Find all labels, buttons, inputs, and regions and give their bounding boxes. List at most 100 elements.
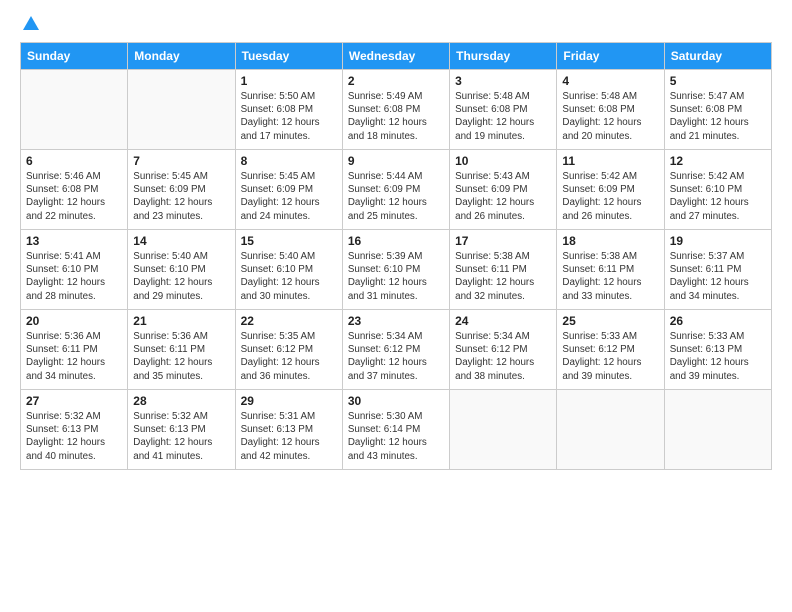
calendar-cell: 20 Sunrise: 5:36 AM Sunset: 6:11 PM Dayli…	[21, 310, 128, 390]
calendar-cell: 10 Sunrise: 5:43 AM Sunset: 6:09 PM Dayli…	[450, 150, 557, 230]
day-info: Sunrise: 5:38 AM Sunset: 6:11 PM Dayligh…	[455, 250, 551, 303]
day-info: Sunrise: 5:34 AM Sunset: 6:12 PM Dayligh…	[455, 330, 551, 383]
day-info: Sunrise: 5:47 AM Sunset: 6:08 PM Dayligh…	[670, 90, 766, 143]
day-info: Sunrise: 5:40 AM Sunset: 6:10 PM Dayligh…	[133, 250, 229, 303]
day-info: Sunrise: 5:48 AM Sunset: 6:08 PM Dayligh…	[455, 90, 551, 143]
day-number: 17	[455, 234, 551, 248]
calendar-cell: 13Sunrise: 5:41 AM Sunset: 6:10 PM Dayli…	[21, 230, 128, 310]
day-number: 8	[241, 154, 337, 168]
day-number: 30	[348, 394, 444, 408]
day-info: Sunrise: 5:32 AM Sunset: 6:13 PM Dayligh…	[133, 410, 229, 463]
day-info: Sunrise: 5:40 AM Sunset: 6:10 PM Dayligh…	[241, 250, 337, 303]
calendar: SundayMondayTuesdayWednesdayThursdayFrid…	[20, 42, 772, 470]
day-header-saturday: Saturday	[664, 43, 771, 70]
day-header-friday: Friday	[557, 43, 664, 70]
day-number: 15	[241, 234, 337, 248]
day-number: 3	[455, 74, 551, 88]
calendar-cell: 15 Sunrise: 5:40 AM Sunset: 6:10 PM Dayli…	[235, 230, 342, 310]
day-number: 22	[241, 314, 337, 328]
day-info: Sunrise: 5:43 AM Sunset: 6:09 PM Dayligh…	[455, 170, 551, 223]
calendar-cell: 8 Sunrise: 5:45 AM Sunset: 6:09 PM Daylig…	[235, 150, 342, 230]
day-number: 24	[455, 314, 551, 328]
calendar-cell: 29 Sunrise: 5:31 AM Sunset: 6:13 PM Dayli…	[235, 390, 342, 470]
day-info: Sunrise: 5:39 AM Sunset: 6:10 PM Dayligh…	[348, 250, 444, 303]
calendar-cell: 26 Sunrise: 5:33 AM Sunset: 6:13 PM Dayli…	[664, 310, 771, 390]
day-number: 12	[670, 154, 766, 168]
calendar-header-row: SundayMondayTuesdayWednesdayThursdayFrid…	[21, 43, 772, 70]
day-number: 5	[670, 74, 766, 88]
day-number: 18	[562, 234, 658, 248]
day-info: Sunrise: 5:48 AM Sunset: 6:08 PM Dayligh…	[562, 90, 658, 143]
day-info: Sunrise: 5:36 AM Sunset: 6:11 PM Dayligh…	[133, 330, 229, 383]
page: SundayMondayTuesdayWednesdayThursdayFrid…	[0, 0, 792, 612]
day-number: 16	[348, 234, 444, 248]
day-number: 19	[670, 234, 766, 248]
header	[20, 16, 772, 32]
day-number: 6	[26, 154, 122, 168]
day-info: Sunrise: 5:45 AM Sunset: 6:09 PM Dayligh…	[241, 170, 337, 223]
calendar-cell	[21, 70, 128, 150]
calendar-week-5: 27 Sunrise: 5:32 AM Sunset: 6:13 PM Dayli…	[21, 390, 772, 470]
calendar-cell: 16 Sunrise: 5:39 AM Sunset: 6:10 PM Dayli…	[342, 230, 449, 310]
day-header-thursday: Thursday	[450, 43, 557, 70]
calendar-cell: 21 Sunrise: 5:36 AM Sunset: 6:11 PM Dayli…	[128, 310, 235, 390]
calendar-cell: 7Sunrise: 5:45 AM Sunset: 6:09 PM Daylig…	[128, 150, 235, 230]
day-number: 14	[133, 234, 229, 248]
day-info: Sunrise: 5:36 AM Sunset: 6:11 PM Dayligh…	[26, 330, 122, 383]
day-number: 26	[670, 314, 766, 328]
day-info: Sunrise: 5:41 AM Sunset: 6:10 PM Dayligh…	[26, 250, 122, 303]
day-info: Sunrise: 5:33 AM Sunset: 6:13 PM Dayligh…	[670, 330, 766, 383]
day-info: Sunrise: 5:32 AM Sunset: 6:13 PM Dayligh…	[26, 410, 122, 463]
calendar-cell: 22 Sunrise: 5:35 AM Sunset: 6:12 PM Dayli…	[235, 310, 342, 390]
day-number: 11	[562, 154, 658, 168]
calendar-cell: 5 Sunrise: 5:47 AM Sunset: 6:08 PM Daylig…	[664, 70, 771, 150]
day-number: 27	[26, 394, 122, 408]
calendar-cell: 24 Sunrise: 5:34 AM Sunset: 6:12 PM Dayli…	[450, 310, 557, 390]
calendar-cell: 30 Sunrise: 5:30 AM Sunset: 6:14 PM Dayli…	[342, 390, 449, 470]
day-number: 29	[241, 394, 337, 408]
calendar-cell: 11 Sunrise: 5:42 AM Sunset: 6:09 PM Dayli…	[557, 150, 664, 230]
day-info: Sunrise: 5:34 AM Sunset: 6:12 PM Dayligh…	[348, 330, 444, 383]
day-info: Sunrise: 5:46 AM Sunset: 6:08 PM Dayligh…	[26, 170, 122, 223]
day-info: Sunrise: 5:38 AM Sunset: 6:11 PM Dayligh…	[562, 250, 658, 303]
logo-icon	[23, 16, 39, 30]
day-number: 10	[455, 154, 551, 168]
day-info: Sunrise: 5:35 AM Sunset: 6:12 PM Dayligh…	[241, 330, 337, 383]
day-header-monday: Monday	[128, 43, 235, 70]
calendar-week-2: 6 Sunrise: 5:46 AM Sunset: 6:08 PM Daylig…	[21, 150, 772, 230]
calendar-cell: 28 Sunrise: 5:32 AM Sunset: 6:13 PM Dayli…	[128, 390, 235, 470]
day-number: 9	[348, 154, 444, 168]
day-info: Sunrise: 5:33 AM Sunset: 6:12 PM Dayligh…	[562, 330, 658, 383]
calendar-cell: 2Sunrise: 5:49 AM Sunset: 6:08 PM Daylig…	[342, 70, 449, 150]
calendar-week-3: 13Sunrise: 5:41 AM Sunset: 6:10 PM Dayli…	[21, 230, 772, 310]
calendar-cell: 14 Sunrise: 5:40 AM Sunset: 6:10 PM Dayli…	[128, 230, 235, 310]
day-number: 20	[26, 314, 122, 328]
calendar-cell: 12Sunrise: 5:42 AM Sunset: 6:10 PM Dayli…	[664, 150, 771, 230]
calendar-cell: 1 Sunrise: 5:50 AM Sunset: 6:08 PM Daylig…	[235, 70, 342, 150]
calendar-cell: 4 Sunrise: 5:48 AM Sunset: 6:08 PM Daylig…	[557, 70, 664, 150]
calendar-cell	[450, 390, 557, 470]
day-header-sunday: Sunday	[21, 43, 128, 70]
day-number: 21	[133, 314, 229, 328]
calendar-cell	[557, 390, 664, 470]
day-number: 23	[348, 314, 444, 328]
day-info: Sunrise: 5:37 AM Sunset: 6:11 PM Dayligh…	[670, 250, 766, 303]
day-number: 2	[348, 74, 444, 88]
day-info: Sunrise: 5:31 AM Sunset: 6:13 PM Dayligh…	[241, 410, 337, 463]
day-info: Sunrise: 5:42 AM Sunset: 6:09 PM Dayligh…	[562, 170, 658, 223]
calendar-cell: 9Sunrise: 5:44 AM Sunset: 6:09 PM Daylig…	[342, 150, 449, 230]
calendar-cell: 25 Sunrise: 5:33 AM Sunset: 6:12 PM Dayli…	[557, 310, 664, 390]
day-header-wednesday: Wednesday	[342, 43, 449, 70]
day-number: 1	[241, 74, 337, 88]
day-number: 25	[562, 314, 658, 328]
day-number: 28	[133, 394, 229, 408]
day-number: 4	[562, 74, 658, 88]
calendar-cell: 19 Sunrise: 5:37 AM Sunset: 6:11 PM Dayli…	[664, 230, 771, 310]
calendar-cell	[664, 390, 771, 470]
day-info: Sunrise: 5:50 AM Sunset: 6:08 PM Dayligh…	[241, 90, 337, 143]
day-info: Sunrise: 5:30 AM Sunset: 6:14 PM Dayligh…	[348, 410, 444, 463]
calendar-cell: 23 Sunrise: 5:34 AM Sunset: 6:12 PM Dayli…	[342, 310, 449, 390]
calendar-cell: 6 Sunrise: 5:46 AM Sunset: 6:08 PM Daylig…	[21, 150, 128, 230]
calendar-cell: 17 Sunrise: 5:38 AM Sunset: 6:11 PM Dayli…	[450, 230, 557, 310]
day-number: 7	[133, 154, 229, 168]
